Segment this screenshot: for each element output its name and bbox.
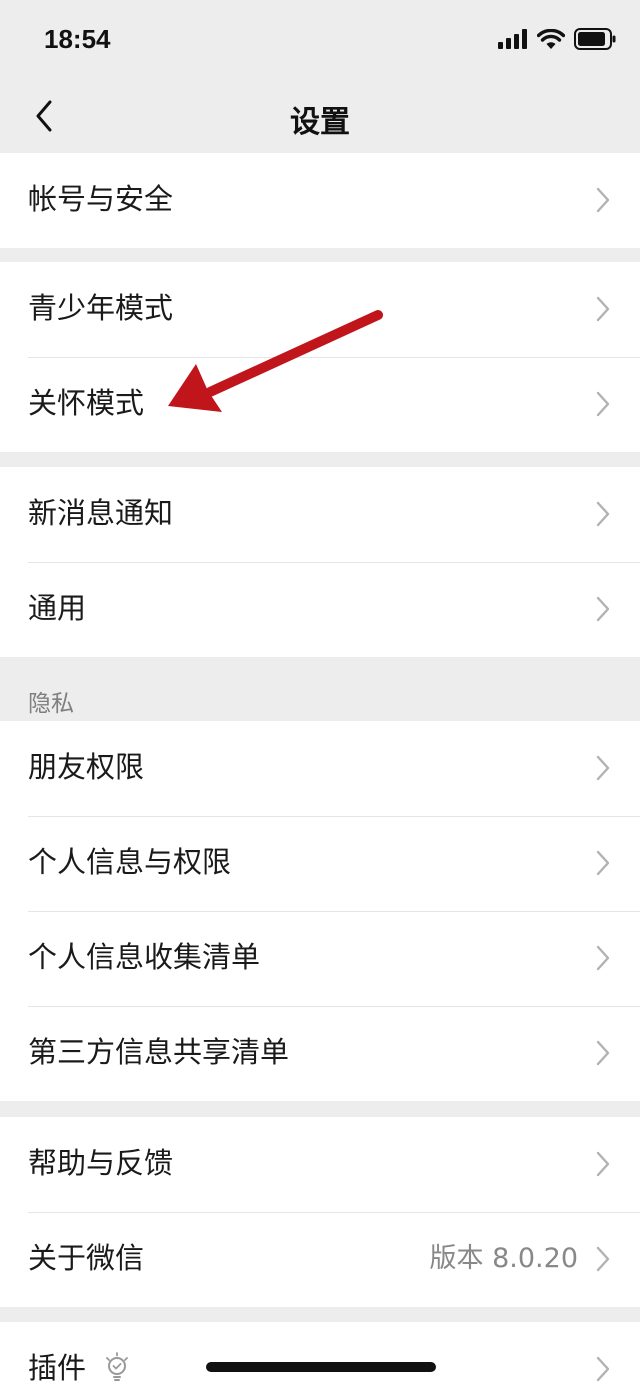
- chevron-right-icon: [596, 1246, 610, 1272]
- settings-item-label: 青少年模式: [28, 291, 174, 325]
- wifi-icon: [537, 29, 565, 49]
- settings-item-label: 个人信息收集清单: [28, 940, 261, 974]
- chevron-right-icon: [596, 501, 610, 527]
- settings-item-plugins[interactable]: 插件: [0, 1322, 640, 1386]
- chevron-right-icon: [596, 1356, 610, 1382]
- settings-item-account-security[interactable]: 帐号与安全: [0, 153, 640, 248]
- settings-item-label: 帮助与反馈: [28, 1146, 174, 1180]
- settings-item-label: 第三方信息共享清单: [28, 1035, 290, 1069]
- settings-item-general[interactable]: 通用: [0, 562, 640, 657]
- settings-group-plugins: 插件: [0, 1322, 640, 1386]
- status-icons: [498, 28, 616, 50]
- settings-item-label: 朋友权限: [28, 750, 145, 784]
- settings-item-help-feedback[interactable]: 帮助与反馈: [0, 1117, 640, 1212]
- status-time: 18:54: [44, 24, 111, 54]
- settings-item-teen-mode[interactable]: 青少年模式: [0, 262, 640, 357]
- plugin-bulb-icon: [106, 1352, 128, 1381]
- status-bar: 18:54: [0, 0, 640, 80]
- settings-item-label: 个人信息与权限: [28, 845, 232, 879]
- settings-item-personal-info-collection-list[interactable]: 个人信息收集清单: [0, 911, 640, 1006]
- home-indicator: [206, 1362, 436, 1372]
- settings-item-label: 帐号与安全: [28, 182, 174, 216]
- settings-item-care-mode[interactable]: 关怀模式: [0, 357, 640, 452]
- settings-item-new-message-notification[interactable]: 新消息通知: [0, 467, 640, 562]
- chevron-right-icon: [596, 850, 610, 876]
- settings-item-label: 关于微信: [28, 1241, 145, 1275]
- settings-item-third-party-sharing-list[interactable]: 第三方信息共享清单: [0, 1006, 640, 1101]
- chevron-right-icon: [596, 1040, 610, 1066]
- chevron-right-icon: [596, 1151, 610, 1177]
- page-title: 设置: [290, 105, 350, 140]
- settings-group-account: 帐号与安全: [0, 153, 640, 248]
- battery-icon: [574, 28, 616, 50]
- settings-group-privacy: 朋友权限 个人信息与权限 个人信息收集清单 第三方信息共享清单: [0, 721, 640, 1101]
- section-header-privacy: 隐私: [28, 691, 74, 717]
- chevron-right-icon: [596, 596, 610, 622]
- version-value: 版本 8.0.20: [429, 1243, 578, 1274]
- chevron-right-icon: [596, 391, 610, 417]
- nav-bar: 设置: [0, 80, 640, 152]
- settings-item-label: 关怀模式: [28, 386, 145, 420]
- settings-item-label: 新消息通知: [28, 496, 174, 530]
- chevron-right-icon: [596, 755, 610, 781]
- settings-group-modes: 青少年模式 关怀模式: [0, 262, 640, 452]
- chevron-right-icon: [596, 945, 610, 971]
- settings-item-personal-info-permissions[interactable]: 个人信息与权限: [0, 816, 640, 911]
- settings-group-about: 帮助与反馈 关于微信 版本 8.0.20: [0, 1117, 640, 1307]
- settings-item-about-wechat[interactable]: 关于微信 版本 8.0.20: [0, 1212, 640, 1307]
- signal-icon: [498, 29, 527, 49]
- settings-item-label: 通用: [28, 591, 87, 625]
- chevron-right-icon: [596, 296, 610, 322]
- settings-item-label: 插件: [28, 1351, 87, 1385]
- chevron-right-icon: [596, 187, 610, 213]
- settings-item-friend-permissions[interactable]: 朋友权限: [0, 721, 640, 816]
- settings-group-notifications: 新消息通知 通用: [0, 467, 640, 657]
- settings-screen: 18:54 设置 帐号与安全 青少年模式 关怀模式 新消息通知 通用 隐私 朋友…: [0, 0, 640, 1386]
